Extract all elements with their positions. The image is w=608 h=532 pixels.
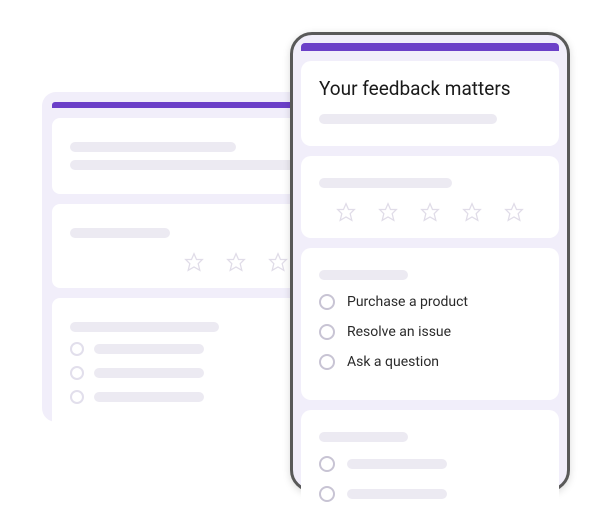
star-icon[interactable] [420,202,440,222]
star-icon[interactable] [504,202,524,222]
radio-option-ask[interactable]: Ask a question [319,354,541,370]
radio-icon [70,342,84,356]
front-options-card: Purchase a product Resolve an issue Ask … [301,248,559,400]
placeholder-line [70,142,236,152]
star-icon[interactable] [336,202,356,222]
front-rating-card[interactable] [301,156,559,238]
radio-icon [70,390,84,404]
front-accent-bar [301,43,559,51]
front-header-card: Your feedback matters [301,61,559,146]
placeholder-line [319,114,497,124]
star-rating[interactable] [319,202,541,222]
survey-title: Your feedback matters [319,77,541,100]
placeholder-line [94,344,204,354]
radio-option-purchase[interactable]: Purchase a product [319,294,541,310]
placeholder-line [319,270,408,280]
placeholder-line [94,368,204,378]
radio-icon[interactable] [319,324,335,340]
radio-label: Purchase a product [347,294,468,310]
radio-icon[interactable] [319,456,335,472]
placeholder-line [70,160,319,170]
placeholder-line [70,228,170,238]
radio-option-placeholder[interactable] [319,456,541,472]
radio-icon[interactable] [319,354,335,370]
placeholder-line [347,489,447,499]
placeholder-line [94,392,204,402]
front-extra-card [301,410,559,532]
radio-icon[interactable] [319,294,335,310]
star-icon [184,252,204,272]
star-icon [268,252,288,272]
star-icon[interactable] [378,202,398,222]
placeholder-line [319,432,408,442]
radio-icon [70,366,84,380]
star-icon [226,252,246,272]
radio-label: Resolve an issue [347,324,451,340]
placeholder-line [70,322,219,332]
star-icon[interactable] [462,202,482,222]
placeholder-line [347,459,447,469]
foreground-survey-panel: Your feedback matters Purchase a product… [290,32,570,492]
radio-label: Ask a question [347,354,439,370]
placeholder-line [319,178,452,188]
radio-option-resolve[interactable]: Resolve an issue [319,324,541,340]
